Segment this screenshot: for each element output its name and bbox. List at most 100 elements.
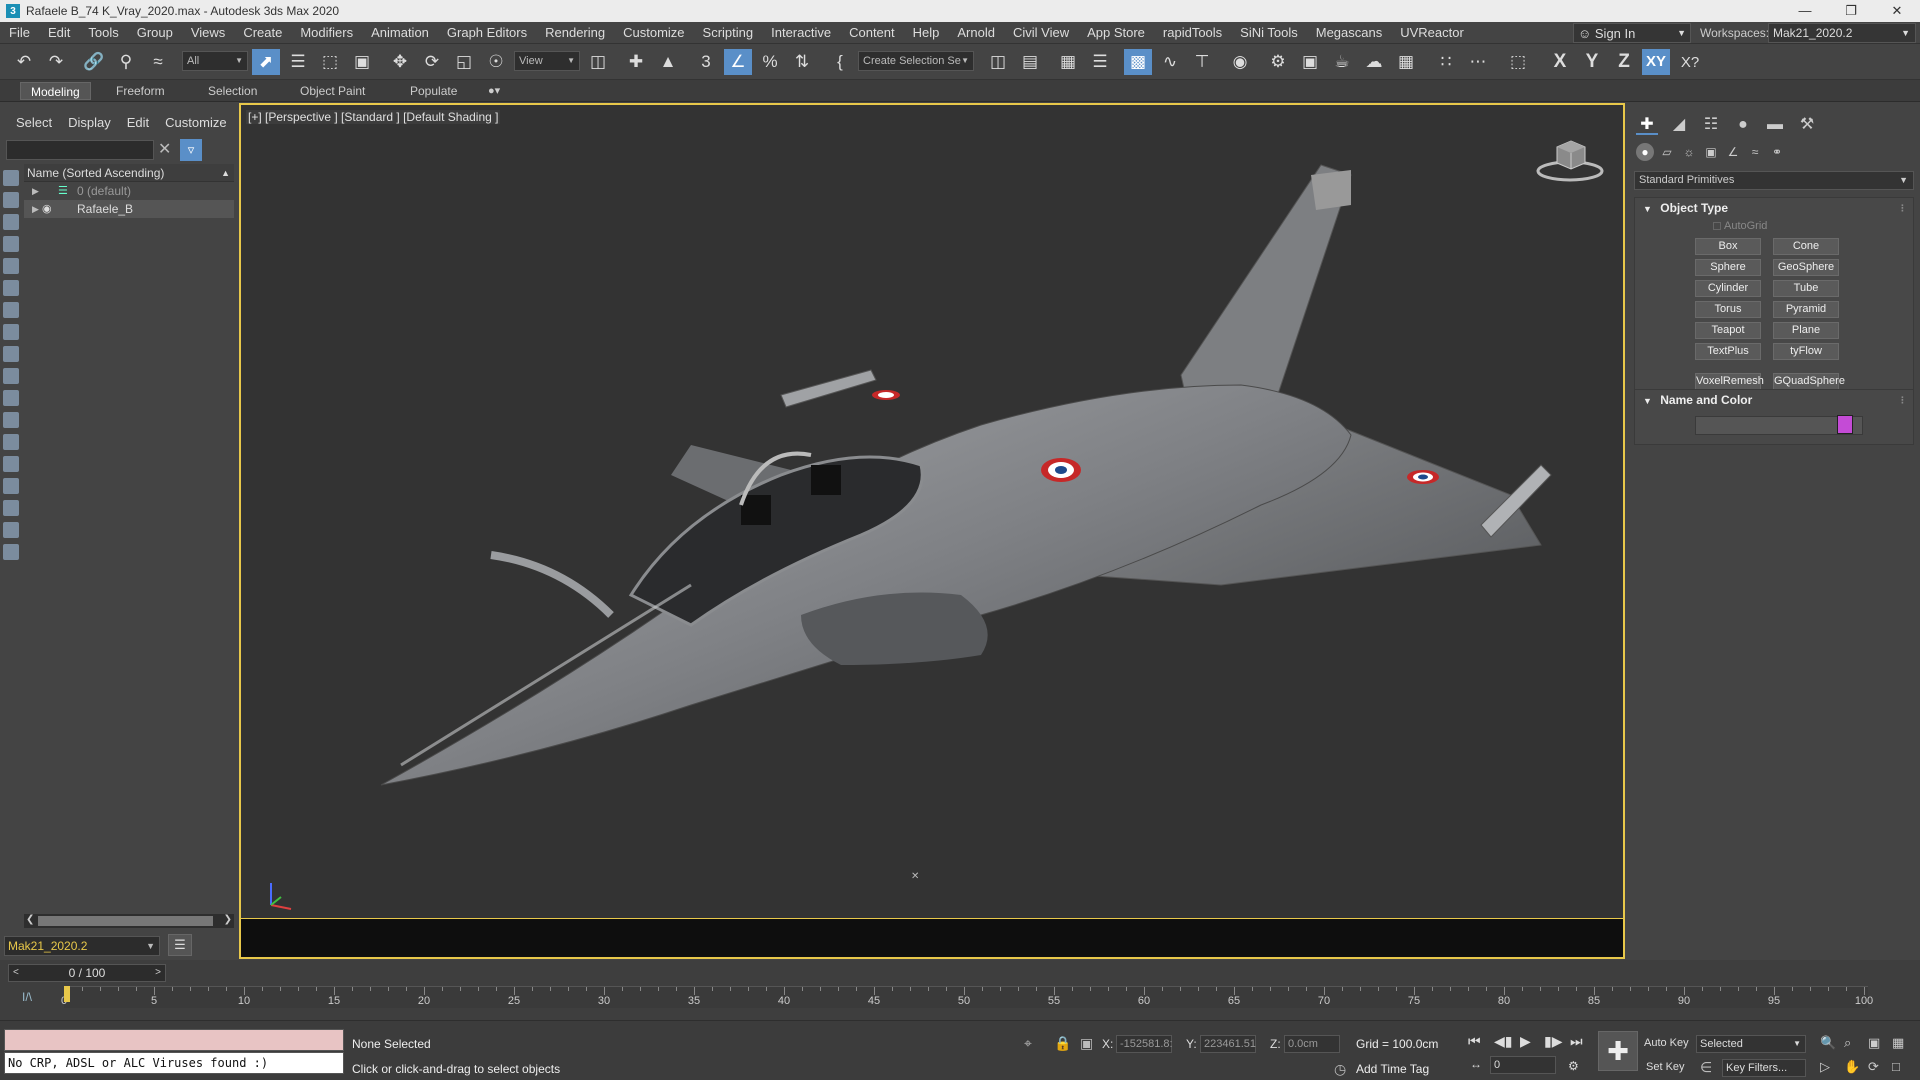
display-bones-icon[interactable] (3, 346, 19, 362)
sphere-button[interactable]: Sphere (1695, 259, 1761, 276)
cameras-icon[interactable]: ▣ (1702, 143, 1720, 161)
clear-search-icon[interactable]: ✕ (158, 139, 171, 159)
geometry-icon[interactable]: ● (1636, 143, 1654, 161)
menu-scripting[interactable]: Scripting (694, 25, 763, 40)
keyboard-shortcut-icon[interactable]: ▲ (654, 49, 682, 75)
systems-icon[interactable]: ⚭ (1768, 143, 1786, 161)
move-icon[interactable]: ✥ (386, 49, 414, 75)
menu-views[interactable]: Views (182, 25, 234, 40)
ribbon-tab-freeform[interactable]: Freeform (106, 82, 175, 100)
x-coordinate-field[interactable]: -152581.8: (1116, 1035, 1173, 1053)
scroll-left-icon[interactable]: ❮ (26, 914, 34, 925)
menu-tools[interactable]: Tools (79, 25, 127, 40)
layer-explorer-icon[interactable]: ☰ (168, 934, 192, 956)
spinner-snap-icon[interactable]: ⇅ (788, 49, 816, 75)
ribbon-tab-populate[interactable]: Populate (400, 82, 467, 100)
torus-button[interactable]: Torus (1695, 301, 1761, 318)
create-tab-icon[interactable]: ✚ (1636, 115, 1658, 135)
bind-spacewarp-icon[interactable]: ≈ (144, 49, 172, 75)
axis-constraint-z[interactable]: Z (1610, 49, 1638, 75)
rectangular-selection-icon[interactable]: ⬚ (316, 49, 344, 75)
key-filters-dropdown[interactable]: Key Filters... (1722, 1059, 1806, 1077)
viewport-label[interactable]: [+] [Perspective ] [Standard ] [Default … (246, 110, 501, 124)
snaps-toggle-icon[interactable]: 3 (692, 49, 720, 75)
column-header-name[interactable]: Name (Sorted Ascending) ▲ (24, 164, 234, 182)
zoom-all-icon[interactable]: ⌕ (1844, 1035, 1851, 1051)
cone-button[interactable]: Cone (1773, 238, 1839, 255)
toggle-layer-explorer-icon[interactable]: ☰ (1086, 49, 1114, 75)
go-to-start-icon[interactable]: ⏮ (1468, 1033, 1481, 1050)
time-tag-icon[interactable]: ◷ (1334, 1061, 1346, 1078)
menu-rapidtools[interactable]: rapidTools (1154, 25, 1231, 40)
play-icon[interactable]: ▶ (1520, 1033, 1531, 1050)
key-selection-dropdown[interactable]: Selected ▼ (1696, 1035, 1806, 1053)
scene-menu-select[interactable]: Select (8, 115, 60, 130)
zoom-icon[interactable]: 🔍 (1820, 1035, 1836, 1051)
expand-icon[interactable]: ▶ (32, 182, 39, 200)
lights-icon[interactable]: ☼ (1680, 143, 1698, 161)
menu-interactive[interactable]: Interactive (762, 25, 840, 40)
display-frozen-icon[interactable] (3, 390, 19, 406)
current-frame-field[interactable]: 0 (1490, 1056, 1556, 1074)
rendered-frame-window-icon[interactable]: ▣ (1296, 49, 1324, 75)
hierarchy-tab-icon[interactable]: ☷ (1700, 115, 1722, 135)
toggle-ribbon-icon[interactable]: ▩ (1124, 49, 1152, 75)
menu-content[interactable]: Content (840, 25, 904, 40)
display-none-icon[interactable] (3, 456, 19, 472)
funnel-icon[interactable] (3, 522, 19, 538)
set-key-button[interactable]: Set Key (1646, 1061, 1685, 1073)
object-color-swatch[interactable] (1837, 415, 1853, 434)
tyflow-button[interactable]: tyFlow (1773, 343, 1839, 360)
angle-snap-icon[interactable]: ∠ (724, 49, 752, 75)
menu-group[interactable]: Group (128, 25, 182, 40)
schematic-view-icon[interactable]: ⊤ (1188, 49, 1216, 75)
menu-uvreactor[interactable]: UVReactor (1391, 25, 1473, 40)
axis-cycle-icon[interactable]: X? (1676, 49, 1704, 75)
next-key-icon[interactable]: ▮▶ (1544, 1033, 1562, 1050)
mirror-icon[interactable]: ◫ (984, 49, 1012, 75)
teapot-button[interactable]: Teapot (1695, 322, 1761, 339)
current-layer-dropdown[interactable]: Mak21_2020.2 ▼ (4, 936, 160, 956)
workspace-dropdown[interactable]: Mak21_2020.2 ▼ (1768, 23, 1916, 43)
ruler-icon[interactable]: ⋯ (1464, 49, 1492, 75)
cylinder-button[interactable]: Cylinder (1695, 280, 1761, 297)
scroll-right-icon[interactable]: ❯ (224, 914, 232, 925)
orbit-icon[interactable]: ⟳ (1868, 1059, 1879, 1075)
display-geometry-icon[interactable] (3, 170, 19, 186)
unlink-icon[interactable]: ⚲ (112, 49, 140, 75)
z-coordinate-field[interactable]: 0.0cm (1284, 1035, 1340, 1053)
curve-editor-icon[interactable]: ∿ (1156, 49, 1184, 75)
display-cameras-icon[interactable] (3, 236, 19, 252)
filter-icon[interactable]: ▿ (180, 139, 202, 161)
primitive-category-dropdown[interactable]: Standard Primitives ▼ (1634, 171, 1914, 190)
restore-button[interactable]: ❐ (1828, 0, 1874, 22)
utilities-tab-icon[interactable]: ⚒ (1796, 115, 1818, 135)
object-type-header[interactable]: ▼ Object Type ⋮ (1635, 198, 1913, 218)
scene-search-input[interactable] (6, 140, 154, 160)
rotate-icon[interactable]: ⟳ (418, 49, 446, 75)
selection-filter-dropdown[interactable]: All ▼ (182, 51, 248, 71)
display-all-icon[interactable] (3, 434, 19, 450)
shapes-icon[interactable]: ▱ (1658, 143, 1676, 161)
ribbon-tab-selection[interactable]: Selection (198, 82, 267, 100)
plane-button[interactable]: Plane (1773, 322, 1839, 339)
rafale-aircraft-model[interactable] (361, 145, 1601, 865)
close-button[interactable]: ✕ (1874, 0, 1920, 22)
time-config-icon[interactable]: ⚙ (1568, 1059, 1579, 1073)
modify-tab-icon[interactable]: ◢ (1668, 115, 1690, 135)
selection-lock-toggle-icon[interactable]: 🔒 (1054, 1035, 1071, 1052)
menu-app-store[interactable]: App Store (1078, 25, 1154, 40)
visibility-eye-icon[interactable]: ◉ (42, 200, 56, 218)
maxscript-output[interactable]: No CRP, ADSL or ALC Viruses found :) (4, 1052, 344, 1074)
camera-sequencer-icon[interactable] (3, 544, 19, 560)
set-key-big-icon[interactable]: ✚ (1598, 1031, 1638, 1071)
absolute-mode-transform-icon[interactable]: ▣ (1080, 1035, 1093, 1052)
menu-edit[interactable]: Edit (39, 25, 79, 40)
toggle-scene-explorer-icon[interactable]: ▦ (1054, 49, 1082, 75)
tree-row-layer-default[interactable]: ▶ ☰ 0 (default) (24, 182, 234, 200)
go-to-end-icon[interactable]: ⏭ (1570, 1033, 1583, 1050)
undo-icon[interactable]: ↶ (10, 49, 38, 75)
select-manipulate-icon[interactable]: ✚ (622, 49, 650, 75)
voxelremesh-button[interactable]: VoxelRemesh (1695, 373, 1764, 390)
perspective-viewport[interactable]: [+] [Perspective ] [Standard ] [Default … (239, 103, 1625, 959)
